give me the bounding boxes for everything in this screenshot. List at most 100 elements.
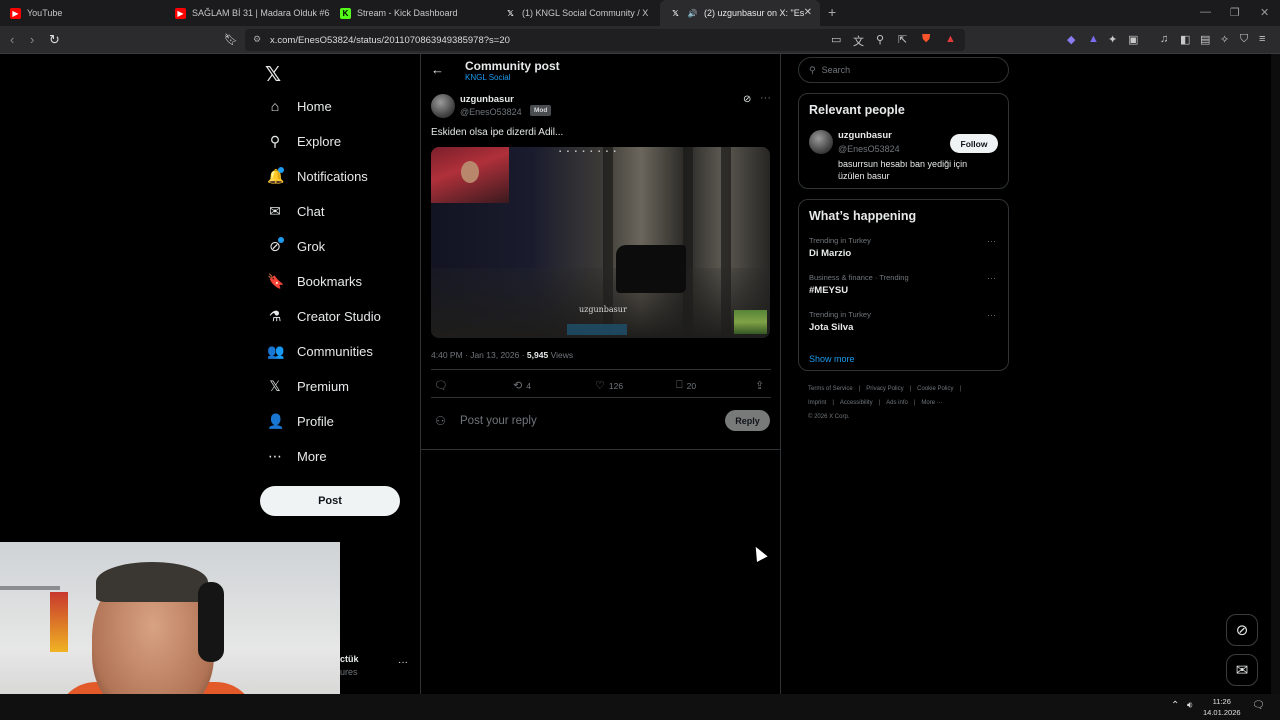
leo-ai-icon[interactable]: ✧ — [1220, 33, 1229, 46]
nav-item-chat[interactable]: ✉ Chat — [267, 203, 324, 220]
whats-happening-panel: What’s happening Trending in Turkey Di M… — [798, 199, 1009, 371]
scene-weapon — [616, 245, 686, 293]
streamer-hair — [96, 562, 208, 602]
notification-center-icon[interactable]: 🗨︎ — [1252, 700, 1265, 711]
bookmark-page-icon[interactable]: 🔖︎ — [224, 33, 238, 46]
reload-icon[interactable]: ↻ — [49, 32, 60, 48]
cast-icon[interactable]: ▭ — [831, 33, 841, 46]
volume-icon[interactable]: 🔉︎ — [1187, 700, 1193, 711]
tab-youtube[interactable]: ▶ YouTube — [0, 0, 165, 26]
avatar[interactable] — [431, 94, 455, 118]
author-handle[interactable]: @EnesO53824 — [460, 107, 522, 117]
nav-item-explore[interactable]: ⚲ Explore — [267, 133, 341, 150]
nav-item-creator-studio[interactable]: ⚗ Creator Studio — [267, 308, 381, 325]
search-input[interactable] — [821, 65, 992, 75]
site-settings-icon[interactable]: ⚙ — [253, 34, 261, 45]
vpn-icon[interactable]: ⛉ — [1240, 33, 1248, 46]
nav-item-profile[interactable]: 👤 Profile — [267, 413, 334, 430]
divider — [431, 369, 771, 370]
footer-link[interactable]: © 2026 X Corp. — [808, 414, 849, 420]
nav-label: Bookmarks — [297, 274, 363, 289]
trend-more-icon[interactable]: ··· — [987, 236, 996, 246]
extension-icon[interactable]: ▲ — [1088, 33, 1099, 45]
x-logo-icon[interactable]: 𝕏 — [265, 62, 281, 87]
share-action[interactable]: ⇪ — [755, 379, 764, 392]
zoom-icon[interactable]: ⚲ — [876, 33, 884, 46]
reply-button[interactable]: Reply — [725, 410, 770, 431]
footer-link[interactable]: More ··· — [921, 400, 942, 406]
system-clock[interactable]: 11:26 14.01.2026 — [1203, 696, 1241, 718]
footer-link[interactable]: Privacy Policy — [866, 386, 903, 392]
x-logo-icon: 𝕏 — [672, 8, 679, 18]
tray-expand-icon[interactable]: ⌃ — [1171, 700, 1179, 711]
minimize-icon[interactable]: — — [1200, 6, 1211, 18]
reply-action[interactable]: 🗨︎ — [434, 379, 448, 392]
follow-button[interactable]: Follow — [950, 134, 998, 153]
forward-icon[interactable]: › — [30, 32, 34, 47]
nav-item-home[interactable]: ⌂ Home — [267, 98, 332, 114]
reply-input[interactable] — [460, 411, 680, 431]
grok-fab-icon[interactable]: ⊘ — [1226, 614, 1258, 646]
unread-dot — [278, 237, 284, 243]
footer-link[interactable]: Accessibility — [840, 400, 873, 406]
extensions-icon[interactable]: ✦ — [1108, 33, 1117, 46]
person-name[interactable]: uzgunbasur — [838, 130, 892, 141]
show-more-link[interactable]: Show more — [809, 354, 855, 364]
nav-item-more[interactable]: ⋯ More — [267, 448, 327, 465]
nav-item-notifications[interactable]: 🔔 Notifications — [267, 167, 368, 185]
avatar[interactable] — [809, 130, 833, 154]
post-timestamp[interactable]: 4:40 PM · Jan 13, 2026 · — [431, 350, 527, 360]
repost-action[interactable]: ⟲ 4 — [513, 379, 531, 392]
tab-kick-dashboard[interactable]: K Stream - Kick Dashboard — [330, 0, 495, 26]
bookmark-action[interactable]: ⎕ 20 — [676, 379, 696, 392]
new-tab-icon[interactable]: + — [828, 4, 836, 20]
person-handle[interactable]: @EnesO53824 — [838, 144, 900, 154]
speaker-icon[interactable]: 🔊 — [687, 8, 698, 19]
post-button[interactable]: Post — [260, 486, 400, 516]
messages-fab-icon[interactable]: ✉ — [1226, 654, 1258, 686]
footer-link[interactable]: Imprint — [808, 400, 826, 406]
like-action[interactable]: ♡ 126 — [595, 379, 623, 392]
brave-shield-icon[interactable]: ⛊ — [922, 33, 930, 46]
back-arrow-icon[interactable]: ← — [431, 62, 444, 77]
page-scrollbar[interactable] — [1271, 54, 1280, 694]
nav-item-bookmarks[interactable]: 🔖 Bookmarks — [267, 273, 362, 290]
media-icon[interactable]: ♫ — [1160, 33, 1168, 45]
trend-more-icon[interactable]: ··· — [987, 273, 996, 283]
author-name[interactable]: uzgunbasur — [460, 94, 514, 105]
more-options-icon[interactable]: ··· — [760, 92, 771, 104]
close-window-icon[interactable]: ✕ — [1260, 6, 1269, 19]
tab-title: (1) KNGL Social Community / X — [522, 8, 649, 18]
tab-youtube-video[interactable]: ▶ SAĞLAM Bİ 31 | Madara Olduk #634 — [165, 0, 330, 26]
footer-link[interactable]: Terms of Service — [808, 386, 853, 392]
close-tab-icon[interactable]: ✕ — [804, 7, 812, 18]
brave-rewards-icon[interactable]: ▲ — [945, 33, 956, 45]
back-icon[interactable]: ‹ — [10, 32, 14, 47]
community-link[interactable]: KNGL Social — [465, 73, 511, 82]
restore-icon[interactable]: ❐ — [1230, 6, 1240, 19]
nav-item-communities[interactable]: 👥 Communities — [267, 343, 373, 360]
nav-item-grok[interactable]: ⊘ Grok — [267, 237, 325, 255]
tab-uzgunbasur-post[interactable]: 𝕏 🔊 (2) uzgunbasur on X: "Eskiden ✕ — [660, 0, 820, 26]
share-icon[interactable]: ⇱ — [898, 33, 907, 46]
account-more-icon[interactable]: ··· — [398, 657, 408, 668]
screenshot-icon[interactable]: ▣ — [1128, 33, 1138, 46]
wallet-icon[interactable]: ▤ — [1200, 33, 1210, 46]
account-name[interactable]: ctük — [340, 654, 359, 664]
grok-icon[interactable]: ⊘ — [743, 94, 751, 105]
tab-kngl-community[interactable]: 𝕏 (1) KNGL Social Community / X — [495, 0, 660, 26]
post-media-image[interactable]: ▪ ▪ ▪ ▪ ▪ ▪ ▪ ▪ uzgunbasur — [431, 147, 770, 338]
sidebar-icon[interactable]: ◧ — [1180, 33, 1190, 46]
search-box[interactable]: ⚲ — [798, 57, 1009, 83]
nav-item-premium[interactable]: 𝕏 Premium — [267, 378, 349, 395]
share-icon: ⇪ — [755, 380, 765, 392]
translate-icon[interactable]: 文 — [853, 33, 864, 49]
account-handle[interactable]: ures — [340, 667, 358, 677]
trend-more-icon[interactable]: ··· — [987, 310, 996, 320]
search-icon: ⚲ — [809, 64, 816, 75]
extension-icon[interactable]: ◆ — [1067, 33, 1075, 46]
menu-icon[interactable]: ≡ — [1259, 33, 1265, 45]
footer-link[interactable]: Ads info — [886, 400, 908, 406]
divider — [431, 397, 771, 398]
footer-link[interactable]: Cookie Policy — [917, 386, 953, 392]
